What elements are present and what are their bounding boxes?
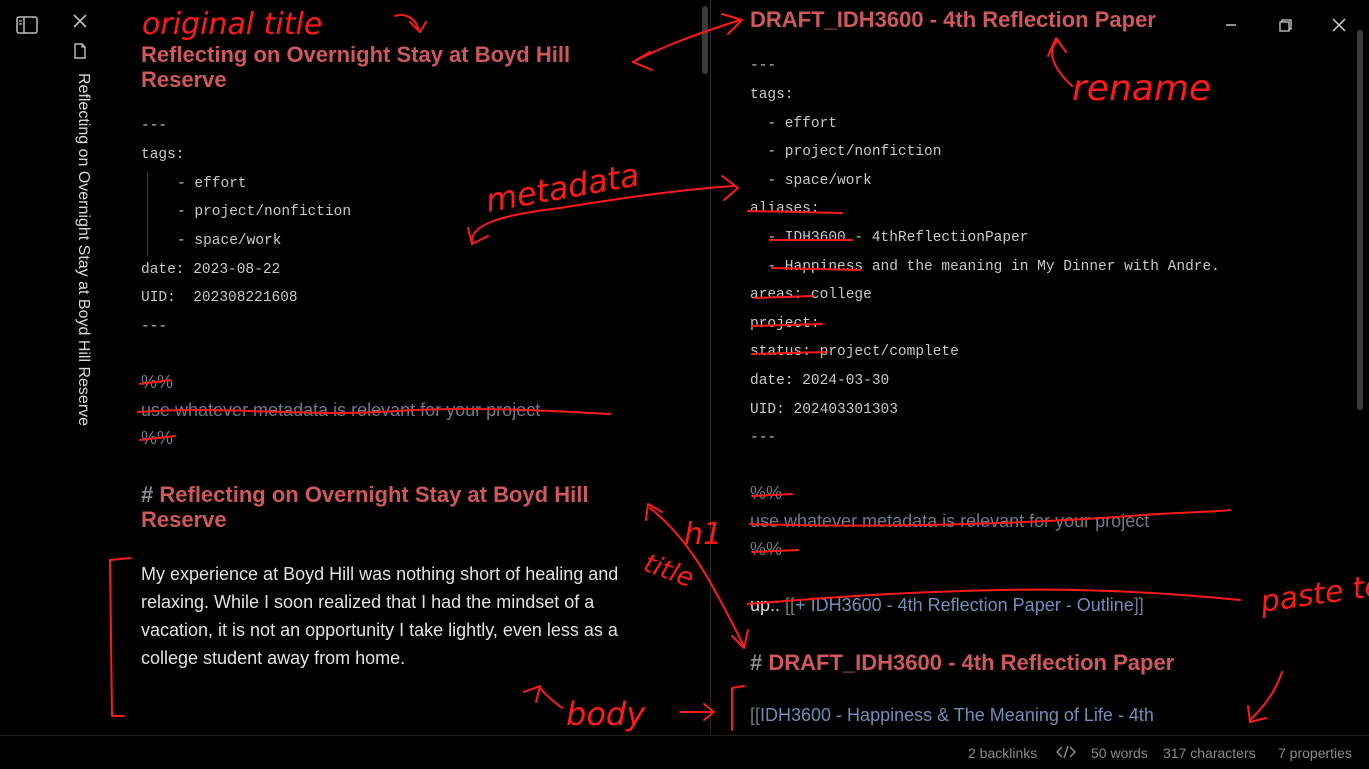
code-icon[interactable] <box>1056 744 1076 760</box>
minimize-icon[interactable] <box>1220 14 1242 36</box>
file-icon[interactable] <box>73 43 87 59</box>
word-count: 50 words <box>1091 745 1148 761</box>
frontmatter-project: project: <box>750 316 820 332</box>
heading-1[interactable]: # DRAFT_IDH3600 - 4th Reflection Paper <box>750 650 1174 675</box>
heading-text: DRAFT_IDH3600 - 4th Reflection Paper <box>768 650 1175 675</box>
frontmatter-uid: UID: 202308221608 <box>141 290 298 306</box>
inline-title[interactable]: Reflecting on Overnight Stay at Boyd Hil… <box>141 42 570 92</box>
comment-text: use whatever metadata is relevant for yo… <box>141 400 541 420</box>
frontmatter-tags-key: tags: <box>141 147 185 163</box>
frontmatter-open: --- <box>750 58 777 74</box>
restore-icon[interactable] <box>1274 14 1296 36</box>
inline-title[interactable]: DRAFT_IDH3600 - 4th Reflection Paper <box>750 7 1156 32</box>
vertical-tab-title[interactable]: Reflecting on Overnight Stay at Boyd Hil… <box>68 73 92 453</box>
frontmatter-tags-key: tags: <box>750 87 794 103</box>
heading-text-line2: Reserve <box>141 507 227 532</box>
right-scrollbar[interactable] <box>1357 30 1363 410</box>
body-link-line: [[IDH3600 - Happiness & The Meaning of L… <box>750 705 1154 726</box>
close-icon[interactable] <box>1328 14 1350 36</box>
body-internal-link[interactable]: IDH3600 - Happiness & The Meaning of Lif… <box>760 705 1154 725</box>
frontmatter-tag: - space/work <box>177 233 282 249</box>
comment-close: %% <box>750 539 783 559</box>
properties-count[interactable]: 7 properties <box>1278 745 1352 761</box>
body-paragraph[interactable]: My experience at Boyd Hill was nothing s… <box>141 560 661 672</box>
frontmatter-tag: - project/nonfiction <box>177 204 352 220</box>
frontmatter-aliases-key: aliases: <box>750 201 820 217</box>
up-internal-link[interactable]: + IDH3600 - 4th Reflection Paper - Outli… <box>795 595 1134 615</box>
frontmatter-date: date: 2023-08-22 <box>141 262 281 278</box>
close-icon[interactable] <box>72 13 88 29</box>
frontmatter-alias: - IDH3600 - 4thReflectionPaper <box>750 230 1029 246</box>
frontmatter-open: --- <box>141 118 168 134</box>
comment-open: %% <box>750 483 783 503</box>
comment-open: %% <box>141 372 174 392</box>
link-bracket-open: [[ <box>750 705 761 725</box>
link-bracket-open: [[ <box>785 595 796 615</box>
frontmatter-tag: - effort <box>750 116 838 132</box>
frontmatter-alias: - Happiness and the meaning in My Dinner… <box>750 259 1220 275</box>
frontmatter-close: --- <box>750 430 777 446</box>
heading-hash: # <box>750 650 763 675</box>
left-ribbon: Reflecting on Overnight Stay at Boyd Hil… <box>0 0 110 735</box>
heading-text-line1: Reflecting on Overnight Stay at Boyd Hil… <box>159 482 589 507</box>
sidebar-panel-icon[interactable] <box>16 16 38 34</box>
comment-close: %% <box>141 428 174 448</box>
frontmatter-date: date: 2024-03-30 <box>750 373 890 389</box>
up-label: up:: <box>750 595 781 615</box>
inline-title-line1: Reflecting on Overnight Stay at Boyd Hil… <box>141 42 571 67</box>
right-editor-pane[interactable]: DRAFT_IDH3600 - 4th Reflection Paper ---… <box>711 0 1369 735</box>
left-scrollbar[interactable] <box>702 6 708 74</box>
inline-title-line2: Reserve <box>141 67 227 92</box>
frontmatter-status: status: project/complete <box>750 344 959 360</box>
backlinks-count[interactable]: 2 backlinks <box>968 745 1037 761</box>
up-link-line: up:: [[+ IDH3600 - 4th Reflection Paper … <box>750 595 1144 616</box>
indent-guide <box>147 172 148 256</box>
frontmatter-uid: UID: 202403301303 <box>750 402 898 418</box>
character-count: 317 characters <box>1163 745 1256 761</box>
frontmatter-areas: areas: college <box>750 287 872 303</box>
frontmatter-tag: - effort <box>177 176 247 192</box>
frontmatter-close: --- <box>141 319 168 335</box>
frontmatter-tag: - space/work <box>750 173 872 189</box>
heading-1[interactable]: # Reflecting on Overnight Stay at Boyd H… <box>141 482 588 532</box>
status-bar: 2 backlinks 50 words 317 characters 7 pr… <box>0 735 1369 769</box>
comment-text: use whatever metadata is relevant for yo… <box>750 511 1150 531</box>
left-editor-pane[interactable]: Reflecting on Overnight Stay at Boyd Hil… <box>110 0 710 735</box>
heading-hash: # <box>141 482 154 507</box>
link-bracket-close: ]] <box>1133 595 1144 615</box>
frontmatter-tag: - project/nonfiction <box>750 144 942 160</box>
